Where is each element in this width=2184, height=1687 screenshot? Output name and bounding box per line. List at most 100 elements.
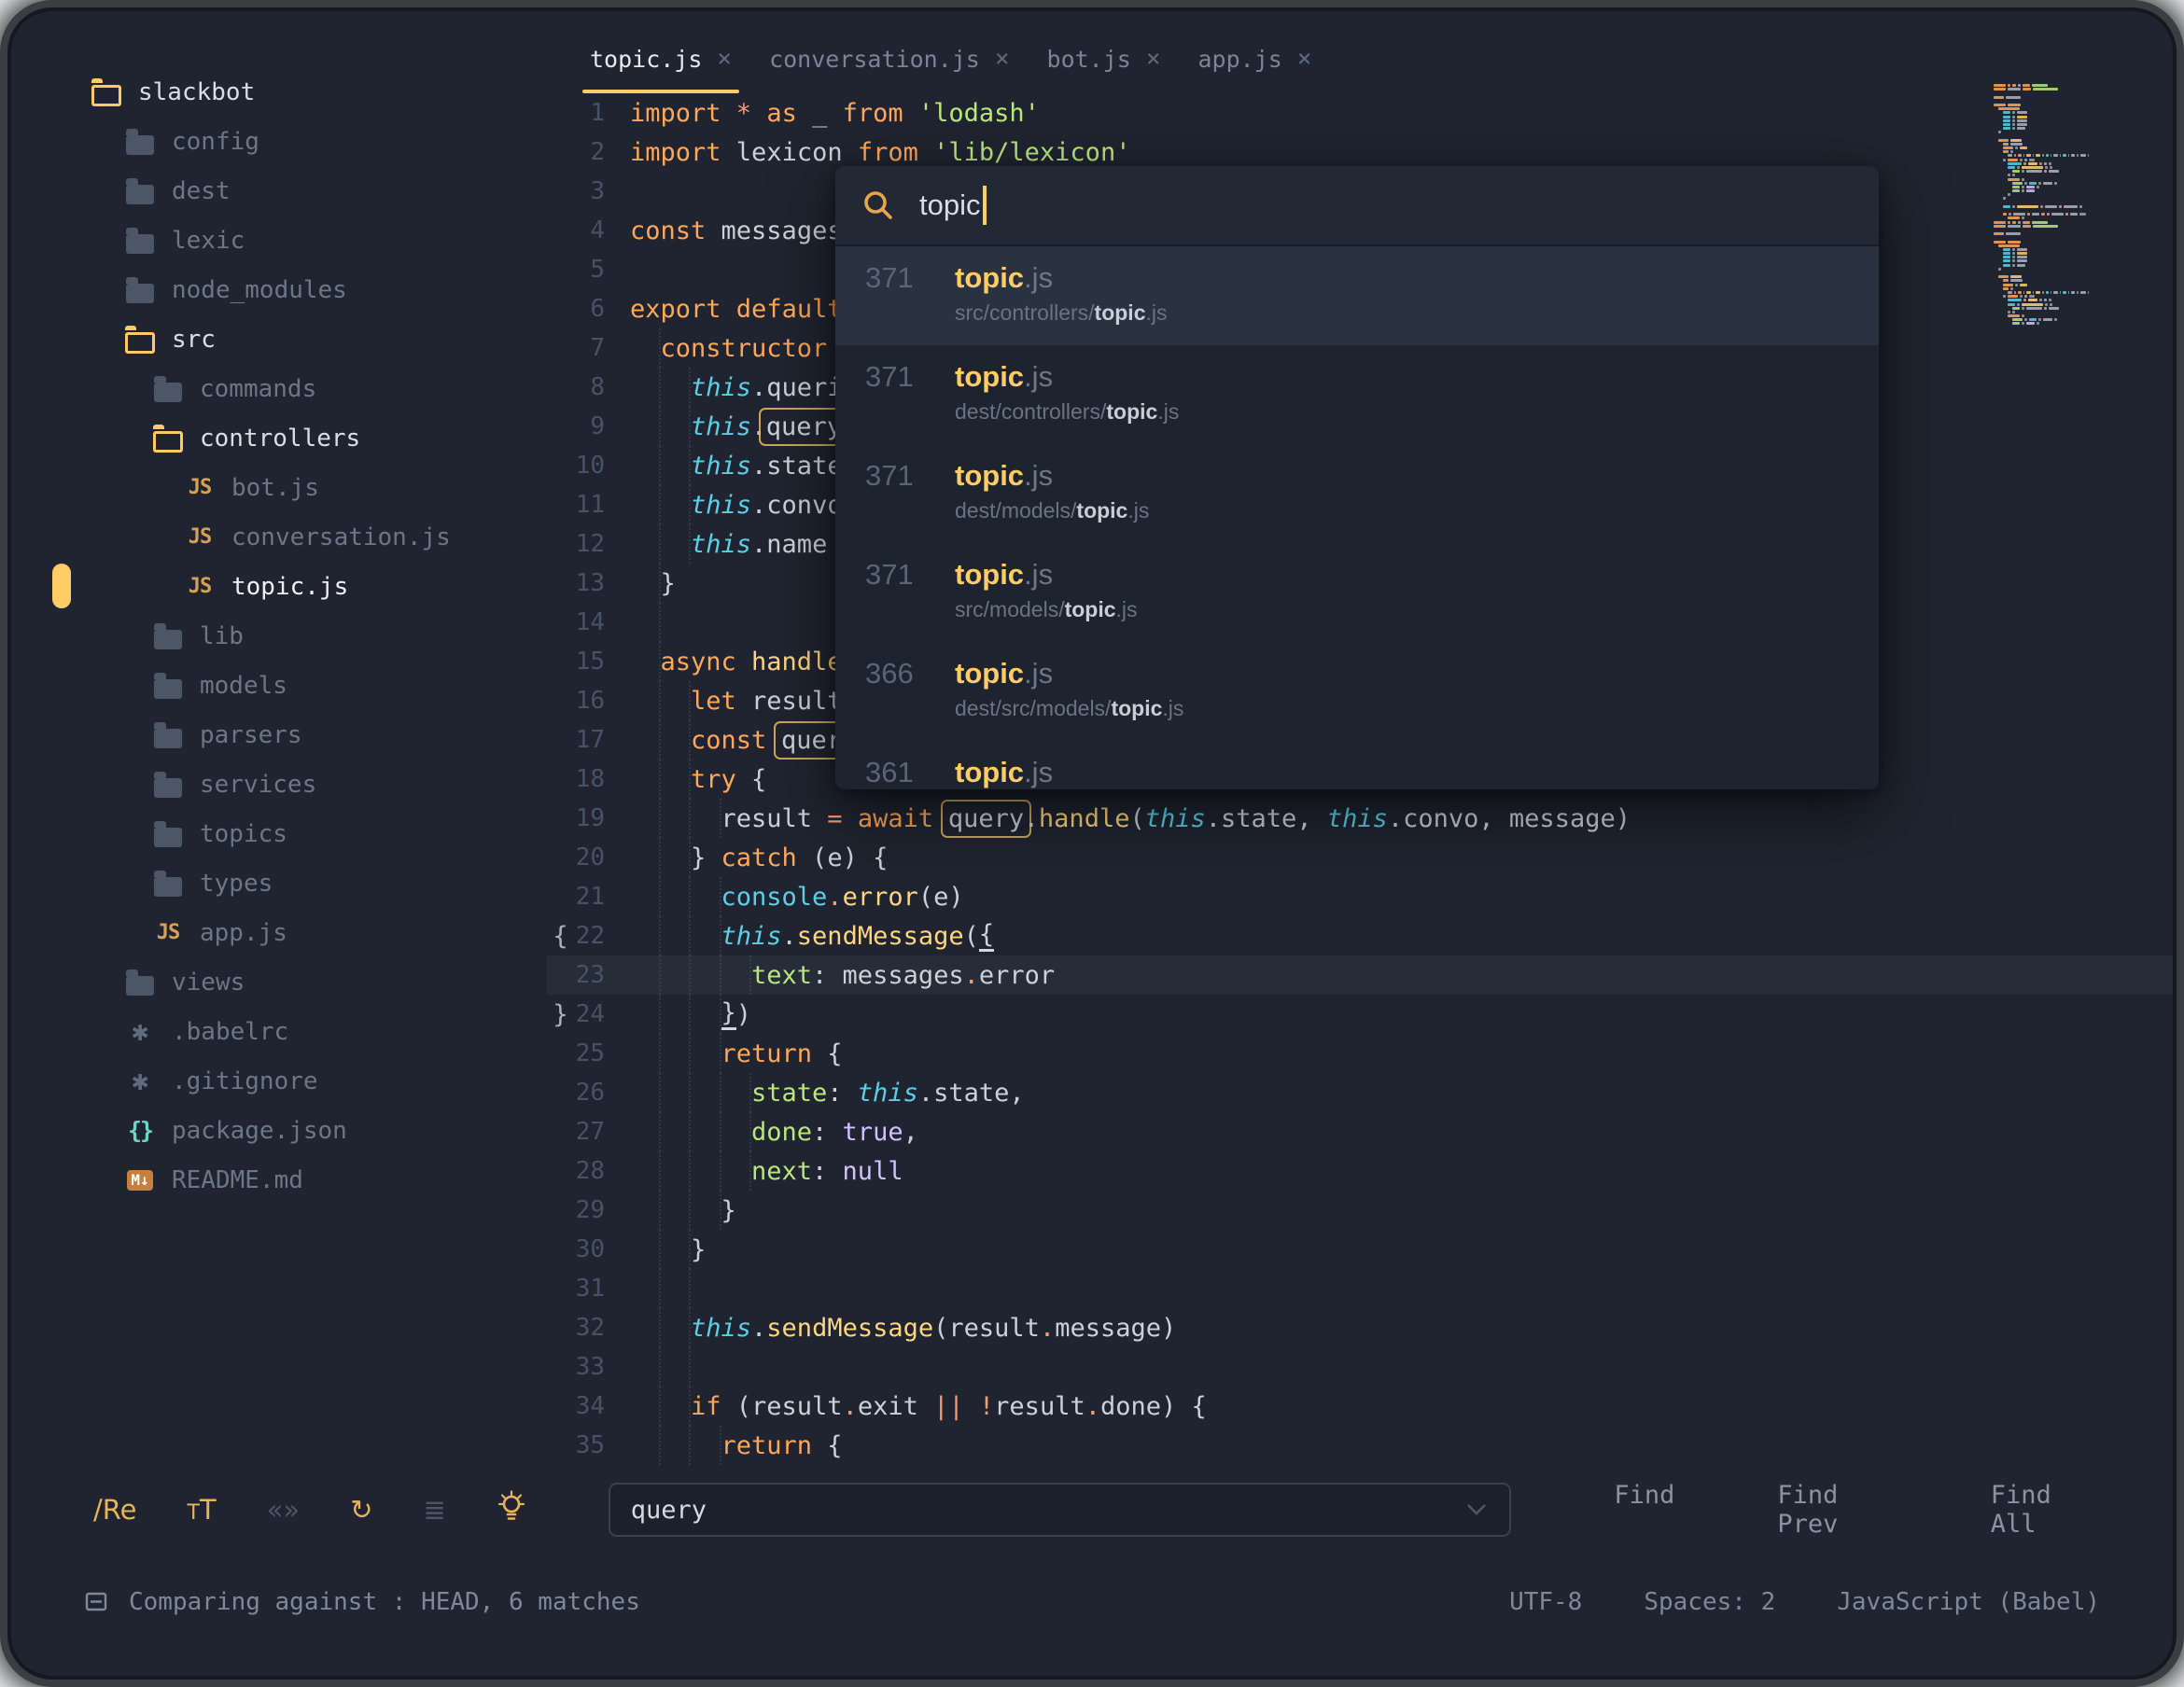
goto-result-item[interactable]: 371topic.jsdest/models/topic.js [835,444,1879,543]
line-text: constructor [605,328,827,368]
code-line-27[interactable]: 27done: true, [547,1112,2173,1151]
status-item-spaces-2[interactable]: Spaces: 2 [1644,1588,1775,1616]
goto-search-field[interactable]: topic [835,166,1879,246]
sidebar-item-lib[interactable]: lib [11,611,553,661]
sidebar-item-src[interactable]: src [11,314,553,364]
code-line-22[interactable]: {22this.sendMessage({ [547,916,2173,955]
code-token: import [630,138,721,167]
code-line-31[interactable]: 31 [547,1269,2173,1308]
find-bar: /Re TT «» ↻ ≣ query Find Find Prev Find All [11,1467,2173,1553]
line-text [605,250,630,289]
in-selection-toggle[interactable]: ≣ [423,1494,445,1526]
tab-topic-js[interactable]: topic.js× [590,24,732,93]
indent-guide [661,485,692,524]
sidebar-item-package-json[interactable]: {}package.json [11,1106,553,1155]
line-gutter: 30 [547,1235,605,1263]
regex-toggle[interactable]: /Re [93,1494,136,1526]
folder-icon [123,228,157,254]
indent-guide [661,799,692,838]
code-line-29[interactable]: 29} [547,1191,2173,1230]
line-text: const messages [605,211,843,250]
find-input[interactable]: query [609,1483,1512,1537]
goto-anything-overlay: topic 371topic.jssrc/controllers/topic.j… [835,166,1879,789]
tab-close-icon[interactable]: × [1297,45,1312,73]
code-token: * [721,99,752,128]
code-line-26[interactable]: 26state: this.state, [547,1073,2173,1112]
sidebar-item-topic-js[interactable]: JStopic.js [11,562,553,611]
sidebar-item-models[interactable]: models [11,661,553,710]
sidebar-item--gitignore[interactable]: ✱.gitignore [11,1056,553,1106]
wrap-toggle[interactable]: ↻ [350,1494,372,1526]
tab-close-icon[interactable]: × [995,45,1010,73]
code-line-21[interactable]: 21console.error(e) [547,877,2173,916]
sidebar-item-dest[interactable]: dest [11,166,553,216]
code-line-23[interactable]: 23text: messages.error [547,955,2173,995]
minimap-line [1994,268,2091,271]
sidebar-item-controllers[interactable]: controllers [11,413,553,463]
code-line-20[interactable]: 20} catch (e) { [547,838,2173,877]
tab-close-icon[interactable]: × [717,45,732,73]
minimap-line [1994,295,2091,298]
sidebar-item-node-modules[interactable]: node_modules [11,265,553,314]
status-item-utf-8[interactable]: UTF-8 [1509,1588,1582,1616]
goto-result-item[interactable]: 371topic.jssrc/controllers/topic.js [835,246,1879,345]
indent-guide [691,1112,721,1151]
code-line-32[interactable]: 32this.sendMessage(result.message) [547,1308,2173,1347]
sidebar-item-parsers[interactable]: parsers [11,710,553,760]
result-filename: topic.js [955,655,1879,692]
sidebar-item-bot-js[interactable]: JSbot.js [11,463,553,512]
code-token: , [1009,1079,1024,1108]
find-button-find-prev[interactable]: Find Prev [1777,1481,1887,1539]
sidebar-item-lexic[interactable]: lexic [11,216,553,265]
code-token: next [751,1157,812,1186]
code-line-30[interactable]: 30} [547,1230,2173,1269]
minimap-line [1994,205,2091,208]
status-bar: Comparing against : HEAD, 6 matches UTF-… [11,1566,2173,1638]
find-button-find[interactable]: Find [1614,1481,1674,1539]
line-text: this.query [605,407,842,446]
sidebar-item-config[interactable]: config [11,117,553,166]
code-token: ) [948,883,963,912]
goto-result-item[interactable]: 371topic.jssrc/models/topic.js [835,543,1879,642]
sidebar-item-views[interactable]: views [11,957,553,1007]
sidebar-item-topics[interactable]: topics [11,809,553,858]
sidebar-item-commands[interactable]: commands [11,364,553,413]
goto-result-item[interactable]: 366topic.jsdest/src/models/topic.js [835,642,1879,741]
find-button-find-all[interactable]: Find All [1991,1481,2089,1539]
goto-result-item[interactable]: 361topic.js [835,741,1879,789]
code-line-25[interactable]: 25return { [547,1034,2173,1073]
minimap-line [1994,111,2091,114]
case-sensitive-toggle[interactable]: TT [187,1494,216,1526]
tab-conversation-js[interactable]: conversation.js× [769,24,1009,93]
indent-guide [691,995,721,1034]
code-token: { [979,920,994,952]
tab-app-js[interactable]: app.js× [1197,24,1311,93]
minimap[interactable] [1994,84,2091,328]
code-line-1[interactable]: 1import * as _ from 'lodash' [547,93,2173,132]
code-token: let [691,687,736,716]
code-line-33[interactable]: 33 [547,1347,2173,1387]
minimap-line [1994,116,2091,119]
whole-word-toggle[interactable]: «» [267,1494,301,1526]
goto-result-item[interactable]: 371topic.jsdest/controllers/topic.js [835,345,1879,444]
tab-close-icon[interactable]: × [1146,45,1161,73]
code-line-35[interactable]: 35return { [547,1426,2173,1465]
highlight-matches-toggle[interactable] [497,1490,526,1530]
status-item-javascript-babel-[interactable]: JavaScript (Babel) [1837,1588,2100,1616]
code-line-34[interactable]: 34if (result.exit || !result.done) { [547,1387,2173,1426]
chevron-down-icon[interactable] [1464,1501,1489,1518]
sidebar-item--babelrc[interactable]: ✱.babelrc [11,1007,553,1056]
line-gutter: 5 [547,256,605,284]
sidebar-item-readme-md[interactable]: M↓README.md [11,1155,553,1205]
sidebar-item-types[interactable]: types [11,858,553,908]
sidebar-item-conversation-js[interactable]: JSconversation.js [11,512,553,562]
sidebar-item-app-js[interactable]: JSapp.js [11,908,553,957]
code-line-19[interactable]: 19result = await query.handle(this.state… [547,799,2173,838]
sidebar-item-services[interactable]: services [11,760,553,809]
tab-bot-js[interactable]: bot.js× [1047,24,1161,93]
sidebar-item-slackbot[interactable]: slackbot [11,67,553,117]
line-gutter: 3 [547,177,605,205]
code-line-24[interactable]: }24}) [547,995,2173,1034]
code-line-28[interactable]: 28next: null [547,1151,2173,1191]
line-number: 5 [590,256,605,284]
